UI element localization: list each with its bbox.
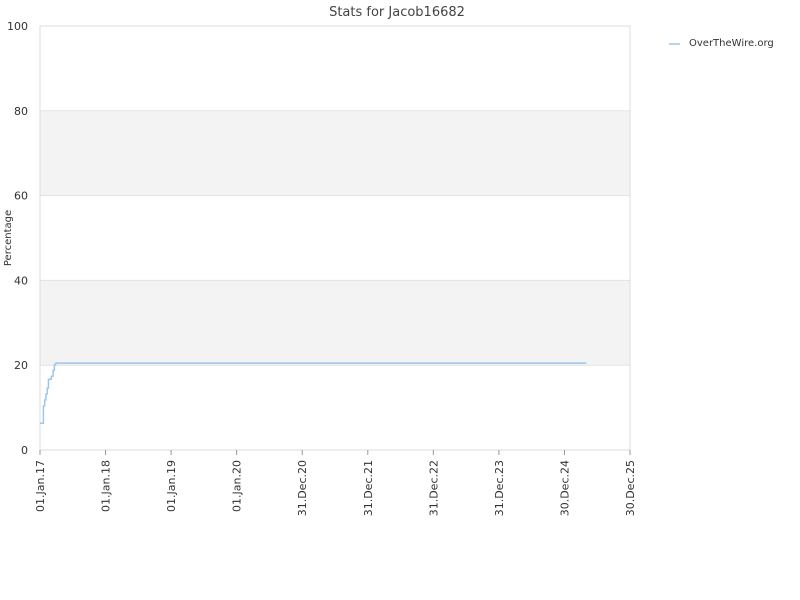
grid-band xyxy=(40,110,630,196)
x-tick-label: 31.Dec.23 xyxy=(493,460,506,516)
y-axis-label: Percentage xyxy=(3,210,14,266)
series-line xyxy=(40,362,587,425)
plot-frame xyxy=(39,25,631,451)
legend-label: OverTheWire.org xyxy=(689,38,774,49)
x-axis-ticks: 01.Jan.17 01.Jan.18 01.Jan.19 01.Jan.20 31.D… xyxy=(34,450,637,516)
x-tick-label: 30.Dec.25 xyxy=(624,460,637,516)
x-tick-label: 30.Dec.24 xyxy=(558,460,571,516)
chart: Stats for Jacob16682 0 20 40 60 80 100 01.Jan… xyxy=(3,5,774,516)
y-tick-label: 40 xyxy=(14,274,28,287)
x-tick-label: 01.Jan.17 xyxy=(34,460,47,512)
y-tick-label: 80 xyxy=(14,105,28,118)
plot-area xyxy=(39,25,631,451)
x-tick-label: 31.Dec.20 xyxy=(296,460,309,516)
x-tick-label: 01.Jan.20 xyxy=(231,460,244,512)
x-tick-label: 31.Dec.22 xyxy=(427,460,440,516)
x-tick-label: 31.Dec.21 xyxy=(362,460,375,516)
grid-band xyxy=(40,280,630,366)
x-tick-label: 01.Jan.18 xyxy=(100,460,113,512)
chart-title: Stats for Jacob16682 xyxy=(329,5,465,20)
y-tick-label: 20 xyxy=(14,359,28,372)
legend: OverTheWire.org xyxy=(669,38,774,49)
series-layer xyxy=(40,362,587,425)
y-tick-label: 0 xyxy=(21,444,28,457)
x-tick-label: 01.Jan.19 xyxy=(165,460,178,512)
y-tick-label: 100 xyxy=(7,20,28,33)
grid-lines xyxy=(40,25,630,451)
y-tick-label: 60 xyxy=(14,190,28,203)
grid-bands xyxy=(40,110,630,366)
